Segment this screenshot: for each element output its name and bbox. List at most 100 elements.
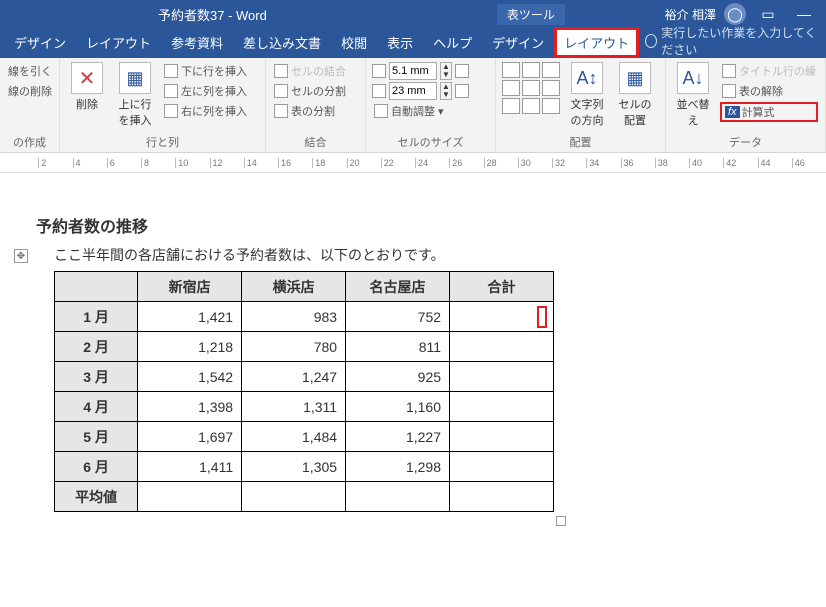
- table-row[interactable]: 6 月1,4111,3051,298: [55, 452, 554, 482]
- align-ml[interactable]: [502, 80, 520, 96]
- table-cell[interactable]: 1,398: [138, 392, 242, 422]
- table-row-header[interactable]: 2 月: [55, 332, 138, 362]
- table-sum-cell[interactable]: [450, 482, 554, 512]
- minimize-icon[interactable]: —: [790, 6, 818, 22]
- repeat-header-button: タイトル行の繰: [720, 62, 818, 80]
- group-data: A↓ 並べ替え タイトル行の繰 表の解除 fx計算式 データ: [666, 58, 826, 152]
- table-move-handle-icon[interactable]: ✥: [14, 249, 28, 263]
- table-cell[interactable]: 1,227: [346, 422, 450, 452]
- table-col-header[interactable]: 合計: [450, 272, 554, 302]
- tell-me-search[interactable]: 実行したい作業を入力してください: [645, 24, 822, 58]
- table-sum-cell[interactable]: [450, 392, 554, 422]
- table-cell[interactable]: 1,421: [138, 302, 242, 332]
- table-cell[interactable]: [242, 482, 346, 512]
- table-cell[interactable]: 1,305: [242, 452, 346, 482]
- table-cell[interactable]: 1,247: [242, 362, 346, 392]
- tab-view[interactable]: 表示: [377, 27, 423, 58]
- alignment-grid[interactable]: [502, 62, 560, 132]
- align-tc[interactable]: [522, 62, 540, 78]
- table-sum-cell[interactable]: [450, 422, 554, 452]
- table-sum-cell[interactable]: [450, 332, 554, 362]
- convert-to-text-button[interactable]: 表の解除: [720, 82, 818, 100]
- table-cell[interactable]: [138, 482, 242, 512]
- table-row[interactable]: 1 月1,421983752: [55, 302, 554, 332]
- align-br[interactable]: [542, 98, 560, 114]
- sort-button[interactable]: A↓ 並べ替え: [672, 62, 714, 132]
- tab-table-design[interactable]: デザイン: [482, 27, 554, 58]
- table-row[interactable]: 4 月1,3981,3111,160: [55, 392, 554, 422]
- document-title: 予約者数37 - Word: [158, 5, 267, 24]
- table-cell[interactable]: 983: [242, 302, 346, 332]
- table-row-header[interactable]: 3 月: [55, 362, 138, 392]
- table-cell[interactable]: 752: [346, 302, 450, 332]
- table-row-header[interactable]: 1 月: [55, 302, 138, 332]
- col-width-spinner[interactable]: ▲▼: [440, 82, 452, 100]
- table-col-header[interactable]: 名古屋店: [346, 272, 450, 302]
- table-cell[interactable]: [346, 482, 450, 512]
- align-bc[interactable]: [522, 98, 540, 114]
- table-cell[interactable]: 780: [242, 332, 346, 362]
- table-cell[interactable]: 1,542: [138, 362, 242, 392]
- tab-design[interactable]: デザイン: [4, 27, 76, 58]
- user-avatar-icon[interactable]: ◯: [724, 3, 746, 25]
- align-tr[interactable]: [542, 62, 560, 78]
- table-cell[interactable]: 1,411: [138, 452, 242, 482]
- tab-review[interactable]: 校閲: [331, 27, 377, 58]
- table-cell[interactable]: 1,160: [346, 392, 450, 422]
- cell-margins-button[interactable]: ▦ セルの配置: [614, 62, 656, 132]
- align-tl[interactable]: [502, 62, 520, 78]
- table-cell[interactable]: 1,311: [242, 392, 346, 422]
- distribute-cols-icon[interactable]: [455, 84, 469, 98]
- table-cell[interactable]: 1,484: [242, 422, 346, 452]
- table-col-header[interactable]: 新宿店: [138, 272, 242, 302]
- reservation-table[interactable]: 新宿店横浜店名古屋店合計 1 月1,4219837522 月1,21878081…: [54, 271, 554, 512]
- table-row[interactable]: 平均値: [55, 482, 554, 512]
- split-cells-icon: [274, 84, 288, 98]
- table-cell[interactable]: 925: [346, 362, 450, 392]
- delete-button[interactable]: ✕ 削除: [66, 62, 108, 132]
- table-row[interactable]: 3 月1,5421,247925: [55, 362, 554, 392]
- table-row-header[interactable]: 4 月: [55, 392, 138, 422]
- tab-table-layout[interactable]: レイアウト: [554, 27, 639, 58]
- erase-border-button[interactable]: 線の削除: [6, 82, 53, 100]
- table-sum-cell[interactable]: [450, 452, 554, 482]
- table-resize-handle-icon[interactable]: [556, 516, 566, 526]
- table-sum-cell[interactable]: [450, 362, 554, 392]
- text-direction-button[interactable]: A↕ 文字列の方向: [566, 62, 608, 132]
- distribute-rows-icon[interactable]: [455, 64, 469, 78]
- insert-above-button[interactable]: ▦ 上に行を挿入: [114, 62, 156, 132]
- tab-references[interactable]: 参考資料: [161, 27, 233, 58]
- table-row-header[interactable]: 6 月: [55, 452, 138, 482]
- col-width-input[interactable]: [389, 82, 437, 100]
- align-bl[interactable]: [502, 98, 520, 114]
- draw-border-button[interactable]: 線を引く: [6, 62, 53, 80]
- insert-left-button[interactable]: 左に列を挿入: [162, 82, 249, 100]
- horizontal-ruler[interactable]: 2468101214161820222426283032343638404244…: [0, 153, 826, 173]
- table-cell[interactable]: 1,697: [138, 422, 242, 452]
- ribbon-display-options-icon[interactable]: ▭: [754, 6, 782, 23]
- table-sum-cell[interactable]: [450, 302, 554, 332]
- tab-mailings[interactable]: 差し込み文書: [233, 27, 331, 58]
- table-row-header[interactable]: 平均値: [55, 482, 138, 512]
- insert-right-button[interactable]: 右に列を挿入: [162, 102, 249, 120]
- col-width-icon: [372, 84, 386, 98]
- align-mr[interactable]: [542, 80, 560, 96]
- insert-below-button[interactable]: 下に行を挿入: [162, 62, 249, 80]
- table-col-header[interactable]: 横浜店: [242, 272, 346, 302]
- table-row-header[interactable]: 5 月: [55, 422, 138, 452]
- split-cells-button[interactable]: セルの分割: [272, 82, 359, 100]
- split-table-button[interactable]: 表の分割: [272, 102, 359, 120]
- table-cell[interactable]: 1,218: [138, 332, 242, 362]
- table-col-header[interactable]: [55, 272, 138, 302]
- formula-button[interactable]: fx計算式: [720, 102, 818, 122]
- row-height-input[interactable]: [389, 62, 437, 80]
- align-mc[interactable]: [522, 80, 540, 96]
- tab-layout[interactable]: レイアウト: [76, 27, 161, 58]
- table-row[interactable]: 2 月1,218780811: [55, 332, 554, 362]
- tab-help[interactable]: ヘルプ: [423, 27, 482, 58]
- row-height-spinner[interactable]: ▲▼: [440, 62, 452, 80]
- table-row[interactable]: 5 月1,6971,4841,227: [55, 422, 554, 452]
- table-cell[interactable]: 1,298: [346, 452, 450, 482]
- autofit-button[interactable]: 自動調整 ▾: [372, 102, 489, 120]
- table-cell[interactable]: 811: [346, 332, 450, 362]
